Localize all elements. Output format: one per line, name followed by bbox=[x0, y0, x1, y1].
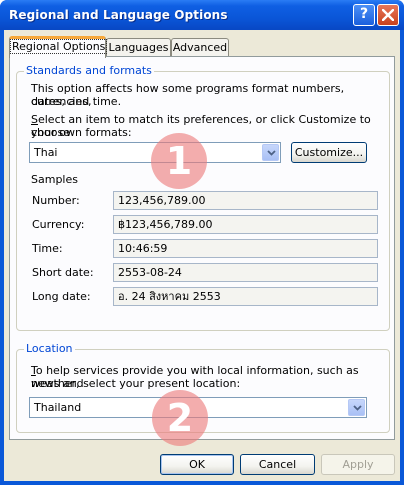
sample-long-date-value: อ. 24 สิงหาคม 2553 bbox=[113, 287, 378, 306]
sample-currency-value: ฿123,456,789.00 bbox=[113, 215, 378, 234]
ok-button[interactable]: OK bbox=[160, 454, 234, 475]
tab-regional-options[interactable]: Regional Options bbox=[9, 36, 108, 58]
location-dropdown-value: Thailand bbox=[34, 401, 82, 414]
sample-label-short-date: Short date: bbox=[32, 266, 94, 279]
select-format-label-line2: your own formats: bbox=[31, 126, 132, 139]
sample-label-number: Number: bbox=[32, 194, 80, 207]
dialog-window: Regional and Language Options ? Regional… bbox=[0, 0, 404, 485]
samples-label: Samples bbox=[31, 173, 78, 186]
cancel-button[interactable]: Cancel bbox=[240, 454, 315, 475]
standards-group: Standards and formats This option affect… bbox=[16, 64, 390, 331]
apply-button[interactable]: Apply bbox=[321, 454, 395, 475]
sample-time-value: 10:46:59 bbox=[113, 239, 378, 258]
window-title: Regional and Language Options bbox=[9, 8, 228, 22]
sample-short-date-value: 2553-08-24 bbox=[113, 263, 378, 282]
location-help-line2: weather, select your present location: bbox=[31, 377, 241, 390]
format-dropdown-arrow[interactable] bbox=[262, 144, 279, 161]
annotation-marker-1: 1 bbox=[151, 133, 207, 189]
close-icon bbox=[382, 9, 394, 21]
sample-label-time: Time: bbox=[32, 242, 63, 255]
title-bar[interactable]: Regional and Language Options ? bbox=[0, 0, 404, 30]
sample-number-value: 123,456,789.00 bbox=[113, 191, 378, 210]
tab-languages[interactable]: Languages bbox=[106, 38, 171, 57]
location-group-label: Location bbox=[24, 342, 75, 355]
help-button[interactable]: ? bbox=[353, 4, 375, 26]
standards-group-label: Standards and formats bbox=[24, 64, 154, 77]
sample-label-currency: Currency: bbox=[32, 218, 85, 231]
annotation-marker-2: 2 bbox=[152, 390, 208, 446]
close-button[interactable] bbox=[377, 4, 399, 26]
customize-button[interactable]: Customize... bbox=[291, 142, 367, 163]
chevron-down-icon bbox=[353, 405, 362, 411]
tab-advanced[interactable]: Advanced bbox=[171, 38, 229, 57]
chevron-down-icon bbox=[267, 150, 276, 156]
dialog-client-area: Regional Options Languages Advanced Stan… bbox=[4, 30, 400, 481]
tab-panel: Standards and formats This option affect… bbox=[9, 56, 395, 440]
sample-label-long-date: Long date: bbox=[32, 290, 91, 303]
format-dropdown-value: Thai bbox=[34, 146, 58, 159]
standards-description-line2: dates, and time. bbox=[31, 95, 122, 108]
location-dropdown-arrow[interactable] bbox=[348, 399, 365, 416]
